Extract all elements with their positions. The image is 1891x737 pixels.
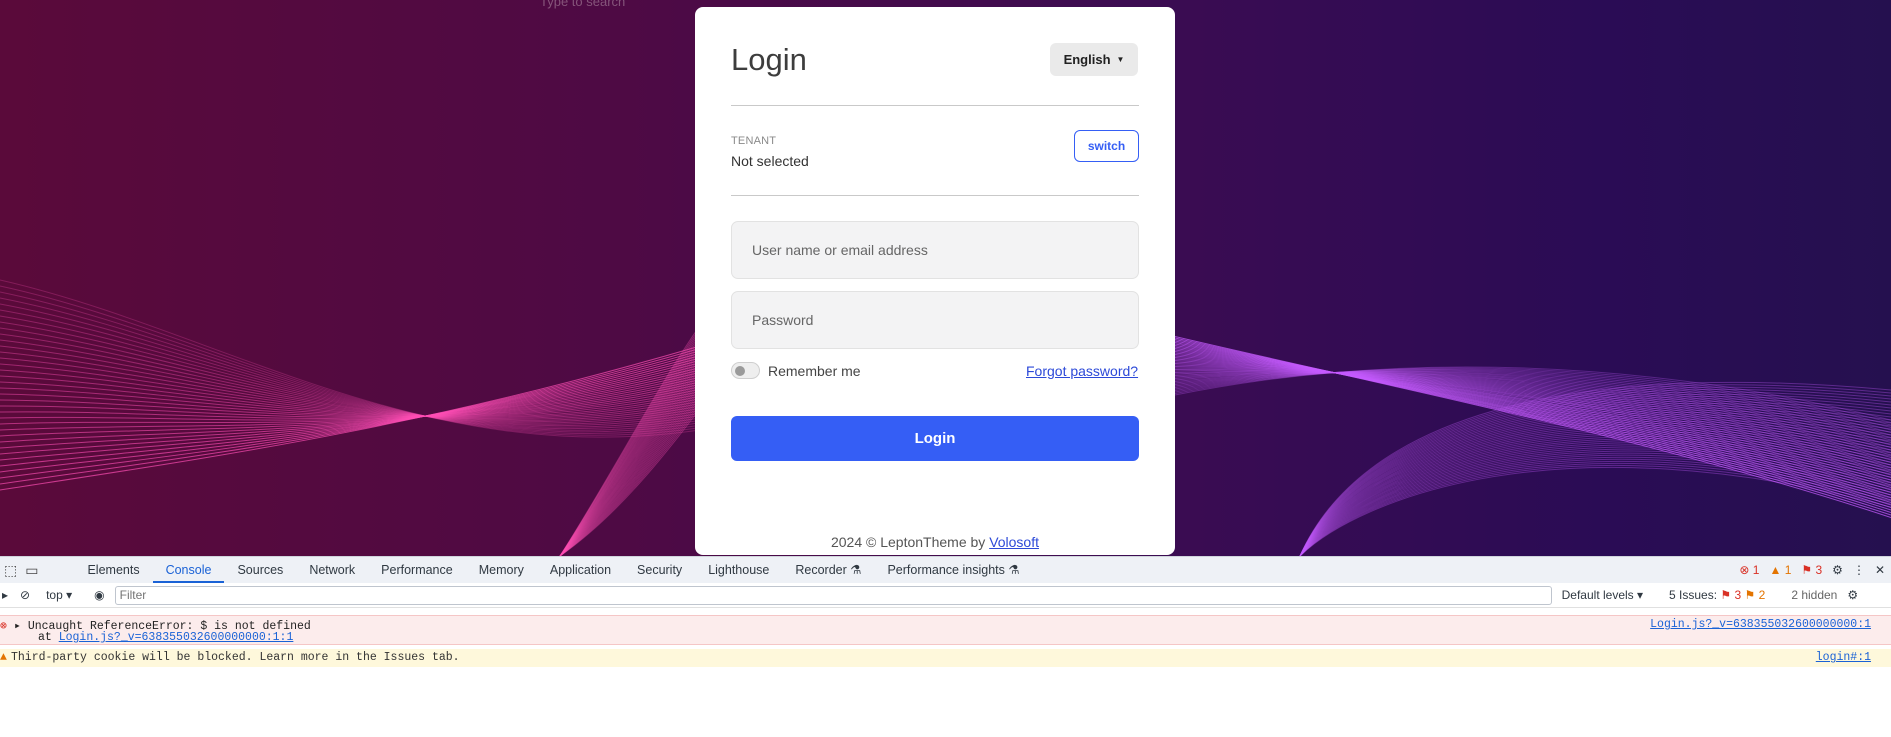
remember-label: Remember me — [768, 362, 861, 379]
tab-lighthouse[interactable]: Lighthouse — [695, 557, 782, 583]
volosoft-link[interactable]: Volosoft — [989, 534, 1039, 550]
console-toolbar: ▸ ⊘ top ▾ ◉ Default levels ▾ 5 Issues: ⚑… — [0, 583, 1891, 608]
issues-summary[interactable]: 5 Issues: ⚑ 3 ⚑ 2 — [1669, 588, 1765, 602]
wave-line — [1299, 435, 1891, 556]
language-label: English — [1063, 52, 1111, 67]
tab-application[interactable]: Application — [537, 557, 624, 583]
hidden-count: 2 hidden — [1791, 588, 1838, 602]
switch-tenant-button[interactable]: switch — [1074, 130, 1139, 162]
background-caption: Type to search — [540, 0, 626, 9]
error-icon: ⊗ — [0, 620, 7, 633]
settings-icon[interactable]: ⚙ — [1832, 563, 1843, 577]
tab-console[interactable]: Console — [152, 557, 225, 583]
tab-performance-insights[interactable]: Performance insights ⚗ — [874, 557, 1032, 583]
clear-console-icon[interactable]: ⊘ — [20, 588, 30, 602]
remember-me[interactable]: Remember me — [731, 362, 861, 379]
toggle-knob — [735, 366, 745, 376]
devtools-tab-list: Elements Console Sources Network Performance… — [74, 557, 1032, 583]
page-background: Type to search Login English ▼ TENANT No… — [0, 0, 1891, 556]
tenant-label: TENANT — [731, 135, 777, 147]
eye-icon[interactable]: ◉ — [94, 588, 104, 602]
tab-memory[interactable]: Memory — [466, 557, 537, 583]
footer: 2024 © LeptonTheme by Volosoft — [695, 534, 1175, 550]
devtools-tabbar: ⬚ ▭ Elements Console Sources Network Perform… — [0, 557, 1891, 583]
close-icon[interactable]: ✕ — [1875, 563, 1885, 577]
login-button[interactable]: Login — [731, 416, 1139, 461]
filter-input[interactable] — [114, 585, 1552, 605]
footer-text: 2024 © LeptonTheme by — [830, 534, 986, 550]
password-input[interactable] — [731, 291, 1139, 349]
tab-performance[interactable]: Performance — [368, 557, 466, 583]
forgot-password-link[interactable]: Forgot password? — [1026, 363, 1138, 379]
remember-toggle[interactable] — [731, 362, 760, 379]
warning-text: Third-party cookie will be blocked. Lear… — [11, 651, 460, 664]
username-input[interactable] — [731, 221, 1139, 279]
device-toolbar-icon[interactable]: ▭ — [25, 562, 38, 579]
tab-recorder[interactable]: Recorder ⚗ — [782, 557, 874, 583]
error-source-link[interactable]: Login.js?_v=638355032600000000:1 — [1650, 618, 1871, 631]
context-select[interactable]: top ▾ — [46, 588, 72, 602]
sidebar-toggle-icon[interactable]: ▸ — [2, 588, 8, 602]
tab-security[interactable]: Security — [624, 557, 695, 583]
issue-count[interactable]: ⚑ 3 — [1801, 563, 1822, 577]
console-error-message: ⊗ ▸ Uncaught ReferenceError: $ is not de… — [0, 615, 1891, 645]
console-settings-icon[interactable]: ⚙ — [1847, 588, 1858, 602]
levels-select[interactable]: Default levels ▾ — [1562, 588, 1643, 602]
page-title: Login — [731, 42, 807, 77]
console-warning-message: ▲ Third-party cookie will be blocked. Le… — [0, 649, 1891, 667]
wave-line — [0, 357, 701, 420]
error-at: at — [38, 631, 52, 644]
devtools-panel: ⬚ ▭ Elements Console Sources Network Perform… — [0, 556, 1891, 737]
error-stack-link[interactable]: Login.js?_v=638355032600000000:1:1 — [59, 631, 294, 644]
login-card: Login English ▼ TENANT Not selected swit… — [695, 7, 1175, 555]
tenant-value: Not selected — [731, 153, 809, 169]
divider — [731, 105, 1139, 106]
warning-icon: ▲ — [0, 651, 7, 664]
language-dropdown[interactable]: English ▼ — [1050, 43, 1138, 76]
tab-sources[interactable]: Sources — [224, 557, 296, 583]
inspect-icon[interactable]: ⬚ — [4, 562, 17, 579]
error-count[interactable]: ⊗ 1 — [1739, 563, 1759, 577]
devtools-status: ⊗ 1 ▲ 1 ⚑ 3 ⚙ ⋮ ✕ — [1739, 557, 1885, 583]
tab-network[interactable]: Network — [296, 557, 368, 583]
warning-source-link[interactable]: login#:1 — [1816, 651, 1871, 664]
divider — [731, 195, 1139, 196]
caret-down-icon: ▼ — [1116, 55, 1125, 64]
more-icon[interactable]: ⋮ — [1853, 563, 1865, 577]
warning-count[interactable]: ▲ 1 — [1769, 563, 1791, 577]
tab-elements[interactable]: Elements — [74, 557, 152, 583]
